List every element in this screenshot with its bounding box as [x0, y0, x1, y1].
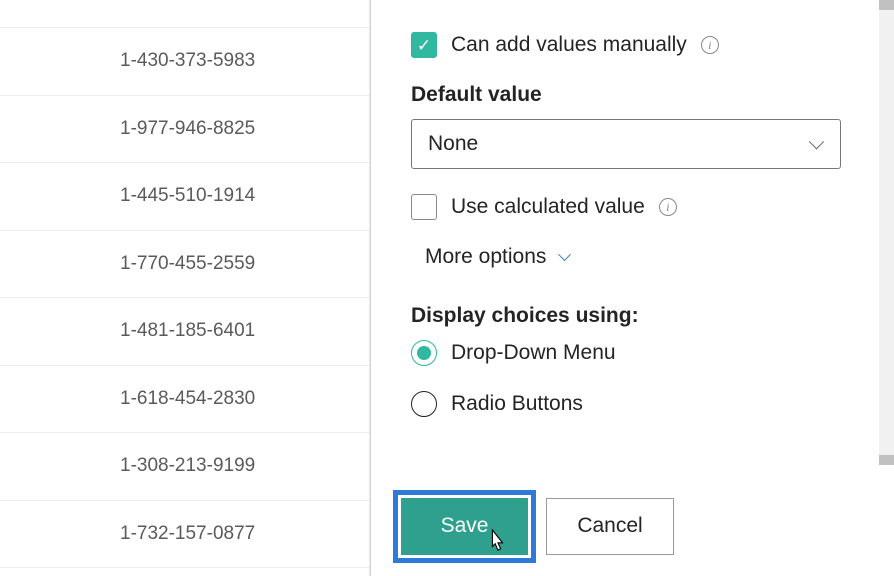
panel-footer: Save Cancel — [371, 476, 894, 576]
panel-scrollbar[interactable] — [879, 0, 894, 465]
chevron-down-icon — [556, 249, 572, 265]
list-item-text: 1-430-373-5983 — [120, 50, 255, 72]
list-item-text: 1-308-213-9199 — [120, 455, 255, 477]
list-item-text: 1-770-455-2559 — [120, 253, 255, 275]
list-item-text: 1-618-454-2830 — [120, 388, 255, 410]
list-item[interactable]: 1-430-373-5983 — [0, 28, 369, 96]
list-item[interactable]: 1-618-454-2830 — [0, 366, 369, 434]
checkmark-icon: ✓ — [417, 37, 431, 54]
radio-button[interactable] — [411, 391, 437, 417]
cancel-button-label: Cancel — [577, 514, 642, 538]
list-item-text: 1-445-510-1914 — [120, 185, 255, 207]
list-item-text: 1-732-157-0877 — [120, 523, 255, 545]
pointer-cursor-icon — [486, 528, 508, 554]
info-icon[interactable]: i — [701, 36, 719, 54]
info-icon[interactable]: i — [659, 198, 677, 216]
default-value-label: Default value — [411, 83, 854, 107]
display-choice-radio[interactable]: Radio Buttons — [411, 391, 854, 417]
scrollbar-arrow-down-icon[interactable] — [879, 455, 894, 465]
cancel-button[interactable]: Cancel — [546, 498, 674, 555]
list-item[interactable]: 1-770-455-2559 — [0, 231, 369, 299]
column-settings-panel: ✓ Can add values manually i Default valu… — [370, 0, 894, 576]
radio-label: Radio Buttons — [451, 392, 583, 416]
can-add-values-checkbox[interactable]: ✓ — [411, 32, 437, 58]
list-item-text: 1-481-185-6401 — [120, 320, 255, 342]
chevron-down-icon — [808, 136, 824, 152]
list-item[interactable]: 1-481-185-6401 — [0, 298, 369, 366]
list-item[interactable]: 1-308-213-9199 — [0, 433, 369, 501]
list-item-text: 1-977-946-8825 — [120, 118, 255, 140]
data-list: 1-430-373-5983 1-977-946-8825 1-445-510-… — [0, 0, 370, 576]
list-item[interactable]: 1-445-510-1914 — [0, 163, 369, 231]
more-options-label: More options — [425, 245, 546, 269]
display-choice-dropdown[interactable]: Drop-Down Menu — [411, 340, 854, 366]
radio-label: Drop-Down Menu — [451, 341, 616, 365]
more-options-toggle[interactable]: More options — [425, 245, 854, 269]
list-item[interactable]: 1-977-946-8825 — [0, 96, 369, 164]
default-value-select[interactable]: None — [411, 119, 841, 169]
scrollbar-arrow-up-icon[interactable] — [879, 0, 894, 10]
list-item[interactable] — [0, 0, 369, 28]
use-calculated-label: Use calculated value — [451, 195, 645, 219]
save-highlight: Save — [393, 490, 536, 563]
display-choices-label: Display choices using: — [411, 304, 854, 328]
default-value-text: None — [428, 132, 478, 156]
radio-dot-icon — [417, 346, 431, 360]
save-button-label: Save — [441, 514, 489, 538]
can-add-values-label: Can add values manually — [451, 33, 687, 57]
use-calculated-checkbox[interactable] — [411, 194, 437, 220]
radio-button[interactable] — [411, 340, 437, 366]
list-item[interactable]: 1-732-157-0877 — [0, 501, 369, 569]
save-button[interactable]: Save — [401, 498, 528, 555]
